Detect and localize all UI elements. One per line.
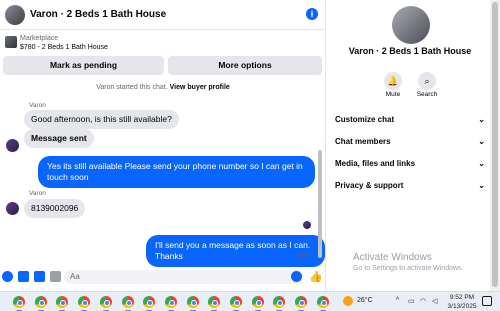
chrome-icon bbox=[13, 296, 25, 308]
browser-taskbar-icon[interactable] bbox=[121, 295, 135, 311]
chrome-icon bbox=[99, 296, 112, 308]
incoming-message[interactable]: Message sent bbox=[24, 129, 94, 148]
browser-taskbar-icon[interactable] bbox=[294, 295, 308, 311]
search-label[interactable]: Search bbox=[407, 91, 447, 98]
sender-avatar[interactable] bbox=[6, 202, 19, 215]
more-options-button[interactable]: More options bbox=[168, 56, 322, 75]
listing-avatar[interactable] bbox=[5, 5, 25, 25]
section-privacy-support[interactable]: Privacy & support ⌄ bbox=[335, 181, 485, 190]
details-title: Varon · 2 Beds 1 Bath House bbox=[348, 46, 472, 56]
section-media-files-links[interactable]: Media, files and links ⌄ bbox=[335, 159, 485, 168]
info-icon[interactable]: i bbox=[306, 8, 318, 20]
notification-icon[interactable] bbox=[482, 296, 492, 306]
outgoing-message[interactable]: I'll send you a message as soon as I can… bbox=[146, 235, 325, 267]
section-chat-members[interactable]: Chat members ⌄ bbox=[335, 137, 485, 146]
clock-date: 3/13/2025 bbox=[447, 303, 477, 310]
like-icon[interactable]: 👍 bbox=[309, 270, 323, 283]
chevron-down-icon: ⌄ bbox=[478, 159, 485, 168]
section-label: Privacy & support bbox=[335, 181, 404, 190]
plus-icon[interactable] bbox=[2, 271, 13, 282]
chrome-icon bbox=[230, 296, 242, 308]
sender-name: Varon bbox=[29, 190, 46, 197]
listing-large-avatar[interactable] bbox=[392, 6, 430, 44]
clock-time: 9:52 PM bbox=[449, 294, 475, 301]
listing-thumbnail bbox=[5, 36, 17, 48]
browser-taskbar-icon[interactable] bbox=[164, 295, 178, 311]
section-customize-chat[interactable]: Customize chat ⌄ bbox=[335, 115, 485, 124]
scrollbar-thumb[interactable] bbox=[492, 2, 498, 287]
chat-scrollbar[interactable] bbox=[318, 150, 322, 258]
chrome-icon bbox=[143, 296, 156, 308]
chat-pane: Varon · 2 Beds 1 Bath House i Marketplac… bbox=[0, 0, 326, 291]
section-label: Chat members bbox=[335, 137, 391, 146]
taskbar: 26°C ^ ▭ ◠ ◁ 9:52 PM 3/13/2025 bbox=[0, 291, 500, 311]
weather-icon[interactable] bbox=[343, 296, 353, 306]
activate-windows-subtitle: Go to Settings to activate Windows. bbox=[353, 265, 464, 272]
chat-title[interactable]: Varon · 2 Beds 1 Bath House bbox=[30, 9, 166, 20]
speaker-icon[interactable]: ◁ bbox=[432, 297, 437, 305]
bell-icon[interactable]: 🔔 bbox=[384, 72, 402, 90]
chrome-icon bbox=[56, 296, 69, 308]
chat-start-text: Varon started this chat. bbox=[96, 84, 168, 91]
chrome-icon bbox=[273, 296, 286, 308]
temperature[interactable]: 26°C bbox=[357, 297, 373, 304]
sender-avatar[interactable] bbox=[6, 139, 19, 152]
chrome-icon bbox=[34, 296, 47, 308]
message-input[interactable]: Aa bbox=[64, 270, 304, 284]
browser-taskbar-icon[interactable] bbox=[55, 295, 69, 311]
sent-status: Sent bbox=[298, 253, 311, 259]
messenger-window: Varon · 2 Beds 1 Bath House i Marketplac… bbox=[0, 0, 500, 311]
image-icon[interactable] bbox=[18, 271, 29, 282]
browser-taskbar-icon[interactable] bbox=[186, 295, 200, 311]
chrome-icon bbox=[121, 296, 134, 308]
chrome-icon bbox=[295, 296, 308, 308]
browser-taskbar-icon[interactable] bbox=[272, 295, 286, 311]
chrome-icon bbox=[186, 296, 199, 308]
chevron-up-icon[interactable]: ^ bbox=[396, 297, 399, 304]
chat-start-note: Varon started this chat. View buyer prof… bbox=[0, 84, 326, 91]
chrome-icon bbox=[251, 296, 264, 308]
mark-pending-button[interactable]: Mark as pending bbox=[3, 56, 164, 75]
network-icon[interactable]: ▭ bbox=[408, 297, 415, 305]
chrome-icon bbox=[78, 296, 91, 308]
section-label: Customize chat bbox=[335, 115, 395, 124]
composer-bar: Aa 👍 bbox=[0, 266, 326, 288]
seen-avatar-icon bbox=[303, 221, 311, 229]
browser-taskbar-icon[interactable] bbox=[99, 295, 113, 311]
chrome-icon bbox=[208, 296, 221, 308]
chevron-down-icon: ⌄ bbox=[478, 181, 485, 190]
browser-taskbar-icon[interactable] bbox=[251, 295, 265, 311]
browser-taskbar-icon[interactable] bbox=[316, 295, 330, 311]
view-buyer-profile-link[interactable]: View buyer profile bbox=[170, 84, 230, 91]
gif-icon[interactable] bbox=[50, 271, 61, 282]
browser-taskbar-icon[interactable] bbox=[229, 295, 243, 311]
listing-price-title: $780 - 2 Beds 1 Bath House bbox=[20, 44, 108, 51]
details-panel: Varon · 2 Beds 1 Bath House 🔔 Mute ⌕ Sea… bbox=[327, 0, 500, 291]
listing-source: Marketplace bbox=[20, 35, 59, 42]
incoming-message[interactable]: Good afternoon, is this still available? bbox=[24, 110, 179, 129]
outgoing-message[interactable]: Yes its still available Please send your… bbox=[38, 156, 315, 188]
search-icon[interactable]: ⌕ bbox=[418, 72, 436, 90]
browser-taskbar-icon[interactable] bbox=[34, 295, 48, 311]
emoji-icon[interactable] bbox=[291, 271, 302, 282]
chrome-icon bbox=[316, 296, 329, 308]
chat-header: Varon · 2 Beds 1 Bath House i bbox=[0, 0, 326, 30]
sticker-icon[interactable] bbox=[34, 271, 45, 282]
chevron-down-icon: ⌄ bbox=[478, 115, 485, 124]
sender-name: Varon bbox=[29, 102, 46, 109]
chrome-icon bbox=[164, 296, 177, 308]
chevron-down-icon: ⌄ bbox=[478, 137, 485, 146]
browser-taskbar-icon[interactable] bbox=[142, 295, 156, 311]
wifi-icon[interactable]: ◠ bbox=[420, 297, 426, 305]
browser-taskbar-icon[interactable] bbox=[77, 295, 91, 311]
panel-scrollbar[interactable] bbox=[490, 0, 500, 291]
listing-summary[interactable]: Marketplace $780 - 2 Beds 1 Bath House bbox=[0, 31, 326, 55]
incoming-message[interactable]: 8139002096 bbox=[24, 199, 86, 218]
browser-taskbar-icon[interactable] bbox=[12, 295, 26, 311]
section-label: Media, files and links bbox=[335, 159, 416, 168]
activate-windows-title: Activate Windows bbox=[353, 252, 432, 263]
clock[interactable]: 9:52 PM 3/13/2025 bbox=[446, 293, 478, 311]
browser-taskbar-icon[interactable] bbox=[207, 295, 221, 311]
